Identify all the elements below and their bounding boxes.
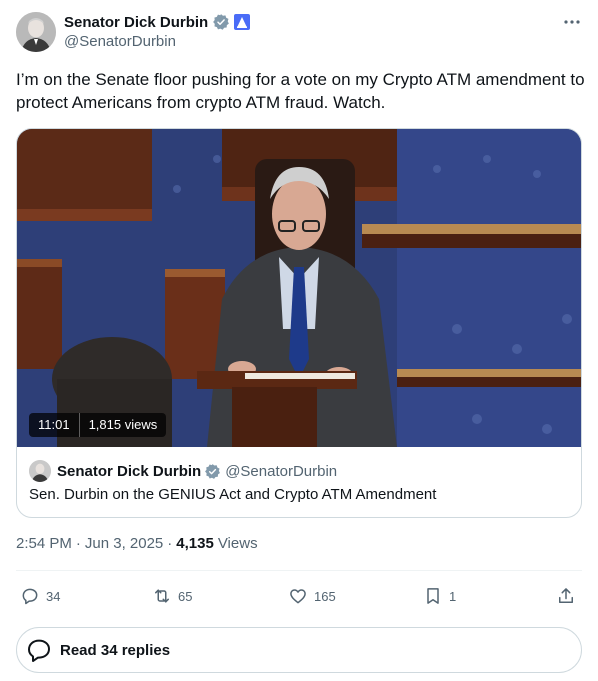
video-views: 1,815 views	[88, 417, 158, 432]
like-count: 165	[314, 588, 336, 604]
tweet-time[interactable]: 2:54 PM	[16, 535, 72, 552]
tweet-meta: 2:54 PM · Jun 3, 2025 · 4,135 Views	[16, 535, 258, 552]
bookmark-icon	[427, 588, 439, 604]
share-button[interactable]	[556, 582, 582, 610]
quote-author-name[interactable]: Senator Dick Durbin	[57, 463, 201, 480]
repost-icon	[155, 589, 169, 603]
quoted-video-card[interactable]: 11:01 1,815 views Senator Dick Durbin @S…	[16, 128, 582, 518]
reply-button[interactable]: 34	[20, 582, 60, 610]
like-button[interactable]: 165	[288, 582, 336, 610]
author-name[interactable]: Senator Dick Durbin	[64, 14, 208, 31]
read-replies-label: Read 34 replies	[60, 641, 171, 659]
heart-icon	[290, 589, 306, 604]
tweet-container: Senator Dick Durbin @SenatorDurbin I’m o…	[0, 0, 598, 681]
reply-bubble-icon	[22, 588, 38, 605]
read-replies-button[interactable]: Read 34 replies	[16, 627, 582, 673]
views-count: 4,135	[176, 535, 214, 552]
meta-separator: ·	[75, 535, 81, 552]
verified-badge-icon[interactable]	[212, 13, 230, 31]
repost-count: 65	[178, 588, 193, 604]
divider-top	[16, 570, 582, 571]
reply-count: 34	[46, 588, 61, 604]
quote-author-avatar[interactable]	[29, 460, 51, 482]
share-upload-icon	[559, 588, 573, 603]
views-label: Views	[217, 535, 258, 552]
video-duration: 11:01	[38, 417, 70, 432]
author-name-row: Senator Dick Durbin	[64, 12, 251, 32]
quote-title: Sen. Durbin on the GENIUS Act and Crypto…	[29, 486, 437, 503]
meta-separator-2: ·	[167, 535, 173, 552]
bookmark-button[interactable]: 1	[423, 582, 456, 610]
author-avatar[interactable]	[16, 12, 56, 52]
government-affiliation-icon[interactable]	[234, 14, 251, 30]
video-overlay-meta: 11:01 1,815 views	[29, 413, 167, 437]
tweet-text: I’m on the Senate floor pushing for a vo…	[16, 70, 585, 112]
tweet-date[interactable]: Jun 3, 2025	[85, 535, 163, 552]
reply-bubble-icon	[28, 639, 50, 662]
more-horizontal-icon[interactable]	[558, 12, 586, 32]
action-bar: 34 65 165 1	[16, 582, 582, 610]
author-handle[interactable]: @SenatorDurbin	[64, 33, 176, 50]
quote-author-handle[interactable]: @SenatorDurbin	[225, 463, 337, 480]
bookmark-count: 1	[449, 588, 457, 604]
repost-button[interactable]: 65	[152, 582, 192, 610]
quote-author-row: Senator Dick Durbin @SenatorDurbin	[29, 459, 337, 483]
verified-badge-icon	[204, 463, 221, 480]
video-player[interactable]: 11:01 1,815 views	[17, 129, 581, 447]
